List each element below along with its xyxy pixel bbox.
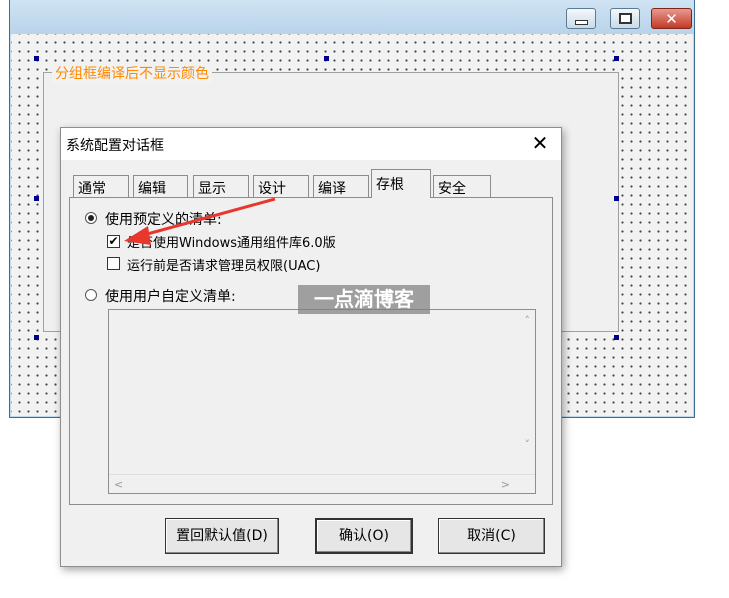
annotation-arrow-icon	[124, 197, 276, 245]
tab-stub[interactable]: 存根	[371, 169, 431, 198]
